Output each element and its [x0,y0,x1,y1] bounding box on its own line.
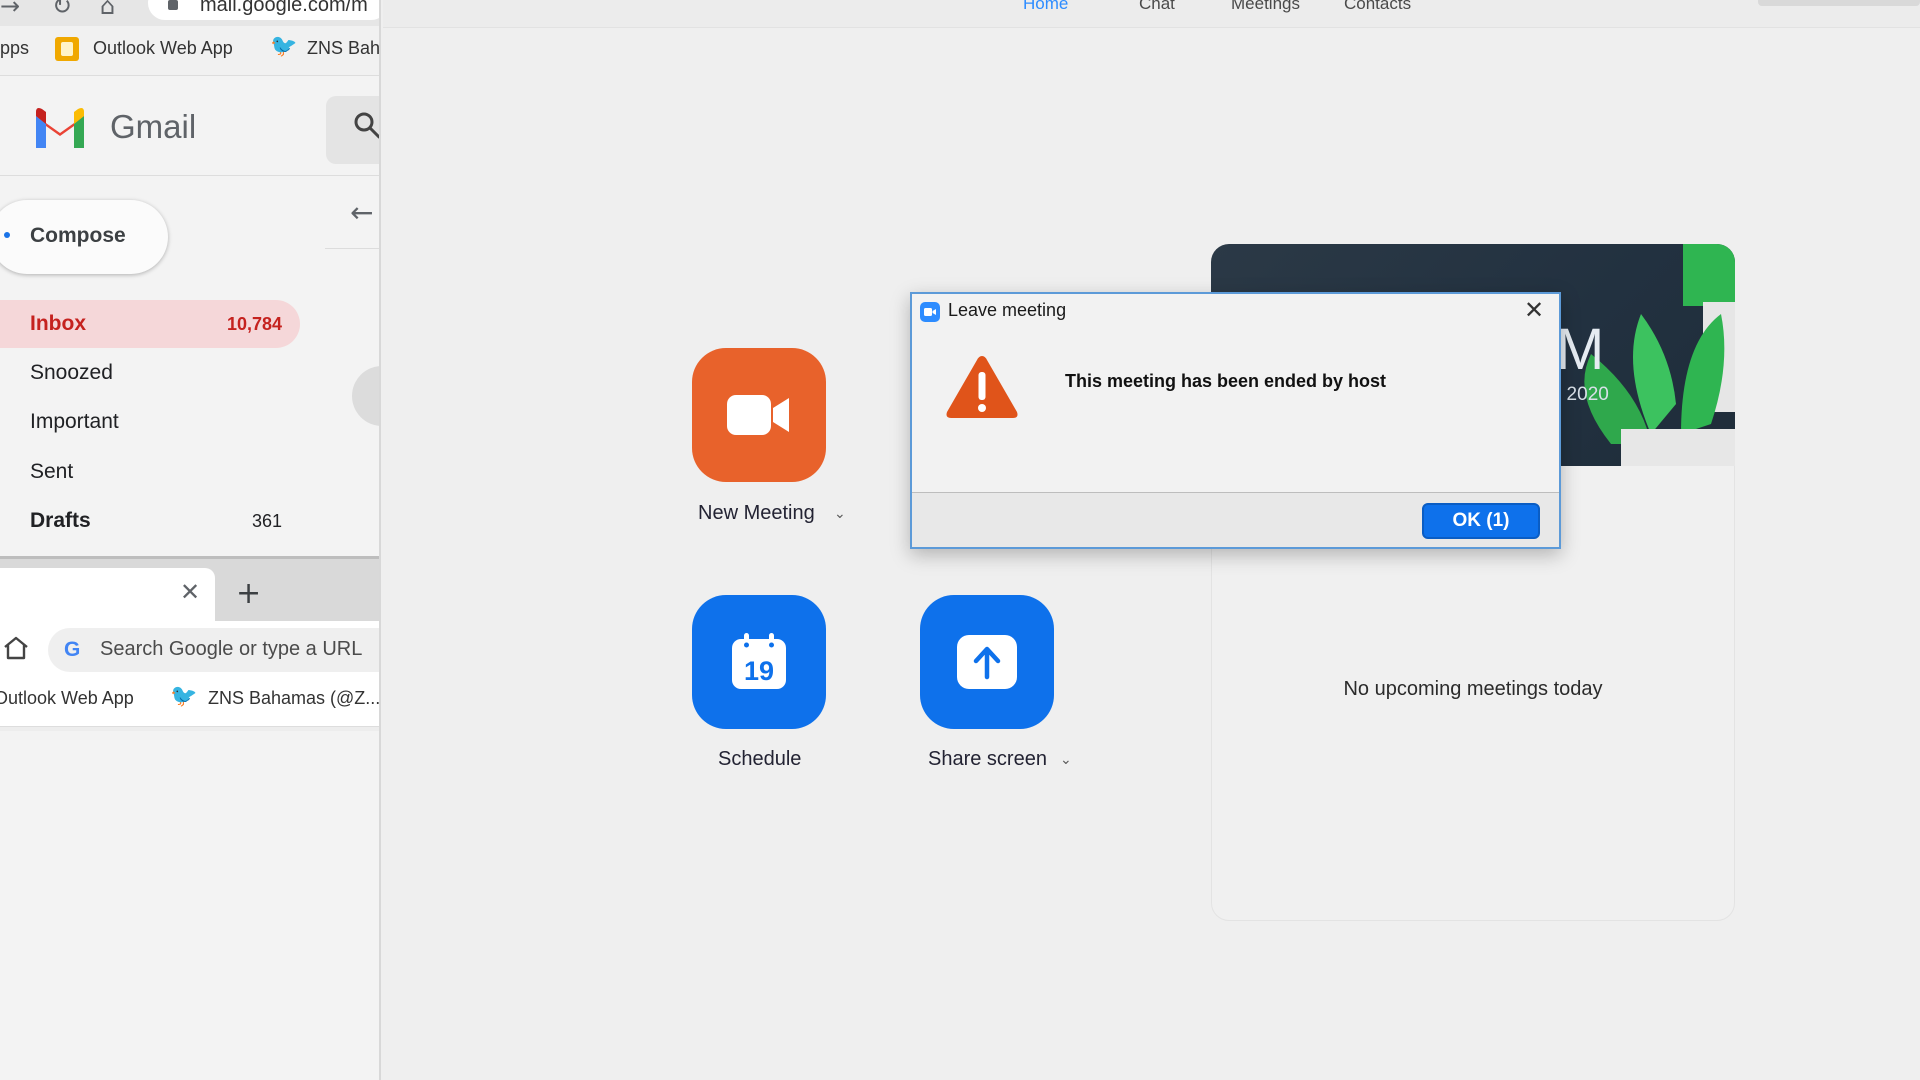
new-tab-plus-icon[interactable]: + [236,576,261,611]
gmail-browser-window: → ↻ ⌂ mail.google.com/m pps Outlook Web … [0,0,381,1080]
home-icon[interactable] [2,634,30,662]
window-controls [1758,0,1920,6]
gmail-wordmark: Gmail [110,108,197,145]
sidebar-item-label[interactable]: Important [30,410,119,434]
compose-label[interactable]: Compose [30,224,126,248]
twitter-bird-icon: 🐦 [170,684,198,709]
warning-triangle-icon [946,356,1018,418]
back-arrow-icon[interactable]: ← [350,196,373,229]
compose-plus-icon [4,232,10,238]
divider [325,248,379,249]
forward-icon[interactable]: → [0,0,20,20]
bookmark-apps[interactable]: pps [0,38,29,59]
outlook-icon [55,37,79,61]
bookmark-zns-bahamas[interactable]: ZNS Baha [307,38,379,59]
lock-icon [168,0,178,10]
sidebar-item-label[interactable]: Sent [30,460,73,484]
tab-contacts[interactable]: Contacts [1344,0,1411,14]
bookmark-outlook-web-app[interactable]: Outlook Web App [93,38,233,59]
upload-arrow-icon [957,635,1017,689]
inbox-unread-count: 10,784 [226,314,282,334]
banner-time: M [1556,317,1605,382]
address-bar-url[interactable]: mail.google.com/m [200,0,368,17]
chevron-down-icon[interactable]: ⌄ [1060,752,1072,768]
sidebar-item-label[interactable]: Drafts [30,509,91,533]
twitter-bird-icon: 🐦 [270,34,298,59]
zoom-app-icon [920,302,940,322]
ok-button[interactable]: OK (1) [1422,503,1540,539]
home-icon[interactable]: ⌂ [100,0,115,20]
schedule-label[interactable]: Schedule [718,748,801,771]
new-meeting-label[interactable]: New Meeting [698,502,815,525]
bookmark-outlook-web-app[interactable]: Outlook Web App [0,688,134,709]
calendar-icon: 19 [732,633,786,689]
drafts-count: 361 [251,511,282,531]
banner-date: , 2020 [1556,384,1609,405]
tab-chat[interactable]: Chat [1139,0,1175,14]
reload-icon[interactable]: ↻ [52,0,72,20]
gmail-logo-icon[interactable] [32,106,88,148]
sidebar-item-label[interactable]: Snoozed [30,361,113,385]
no-upcoming-meetings-text: No upcoming meetings today [1343,678,1603,700]
new-meeting-button[interactable] [692,348,826,482]
google-g-icon: G [64,638,81,661]
search-icon[interactable] [352,110,381,140]
dialog-message: This meeting has been ended by host [1065,371,1387,391]
tab-home[interactable]: Home [1023,0,1068,14]
avatar[interactable] [352,366,379,426]
tab-meetings[interactable]: Meetings [1231,0,1300,14]
share-screen-label[interactable]: Share screen [928,748,1047,771]
schedule-button[interactable]: 19 [692,595,826,729]
video-camera-icon [727,395,789,435]
bookmark-zns-bahamas[interactable]: ZNS Bahamas (@Z... [208,688,379,709]
calendar-day: 19 [744,656,774,686]
chevron-down-icon[interactable]: ⌄ [834,506,846,522]
dialog-title: Leave meeting [948,300,1067,320]
share-screen-button[interactable] [920,595,1054,729]
sidebar-item-label[interactable]: Inbox [30,312,86,336]
close-icon[interactable]: ✕ [1524,296,1544,324]
close-tab-icon[interactable]: ✕ [180,578,200,606]
omnibox-placeholder[interactable]: Search Google or type a URL [100,638,362,661]
